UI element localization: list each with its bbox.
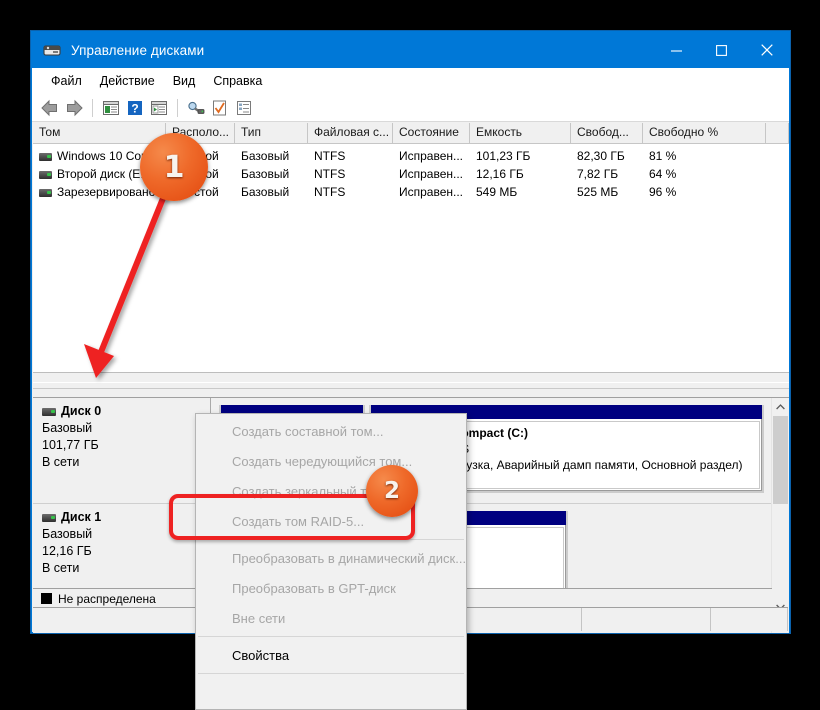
volume-icon [39,152,52,161]
menubar: Файл Действие Вид Справка [32,68,789,94]
volume-list-header: Том Располо... Тип Файловая с... Состоян… [33,123,789,144]
help-icon[interactable]: ? [124,97,146,119]
cell-volume-label: Второй диск (E:) [57,167,148,181]
menu-view[interactable]: Вид [164,71,205,91]
menu-create-striped-volume[interactable]: Создать чередующийся том... [196,446,466,476]
column-header-status[interactable]: Состояние [393,123,470,143]
menu-convert-to-dynamic-disk[interactable]: Преобразовать в динамический диск... [196,543,466,573]
cell-filesystem: NTFS [314,185,346,199]
menu-properties[interactable]: Свойства [196,640,466,670]
cell-volume-label: Зарезервировано [57,185,156,199]
menu-separator-3 [198,673,464,674]
cell-type: Базовый [241,167,290,181]
menu-create-spanned-volume[interactable]: Создать составной том... [196,416,466,446]
cell-status: Исправен... [399,167,464,181]
cell-free: 82,30 ГБ [577,149,625,163]
window-titlebar: Управление дисками [32,32,789,68]
menu-separator-2 [198,636,464,637]
screenshot-root: Управление дисками Файл Действие Вид Спр… [0,0,820,710]
window-title: Управление дисками [71,42,205,58]
menu-file[interactable]: Файл [42,71,91,91]
status-segment-2 [582,608,711,631]
disk-context-menu: Создать составной том... Создать чередую… [195,413,467,710]
column-header-spacer[interactable] [766,123,789,143]
disk-name-label: Диск 1 [61,510,102,524]
list-view-icon[interactable] [233,97,255,119]
toolbar-separator-2 [177,98,178,117]
column-header-free-percent[interactable]: Свободно % [643,123,766,143]
cell-free-percent: 96 % [649,185,677,199]
cell-type: Базовый [241,185,290,199]
step-badge-1-number: 1 [163,149,185,185]
menu-action[interactable]: Действие [91,71,164,91]
column-header-capacity[interactable]: Емкость [470,123,571,143]
close-button[interactable] [744,32,789,68]
minimize-button[interactable] [654,32,699,68]
scrollbar-thumb[interactable] [773,416,788,504]
cell-volume-label: Windows 10 Com [57,149,152,163]
cell-free-percent: 64 % [649,167,677,181]
toolbar-separator [92,98,93,117]
column-header-filesystem[interactable]: Файловая с... [308,123,393,143]
disk-state-1: В сети [42,561,80,575]
scroll-up-button[interactable] [772,398,789,415]
cell-free-percent: 81 % [649,149,677,163]
disk-size-0: 101,77 ГБ [42,438,99,452]
cell-capacity: 12,16 ГБ [476,167,524,181]
menu-help[interactable]: Справка [204,71,271,91]
status-segment-3 [711,608,788,631]
rescan-disks-icon[interactable] [185,97,207,119]
column-header-free[interactable]: Свобод... [571,123,643,143]
show-console-tree-icon[interactable] [100,97,122,119]
show-action-pane-icon[interactable] [148,97,170,119]
step-badge-1: 1 [140,133,208,201]
menu-offline[interactable]: Вне сети [196,603,466,633]
disk-size-1: 12,16 ГБ [42,544,92,558]
menu-convert-to-gpt-disk[interactable]: Преобразовать в GPT-диск [196,573,466,603]
cell-type: Базовый [241,149,290,163]
disk-name-0: Диск 0 [42,404,210,418]
cell-free: 7,82 ГБ [577,167,619,181]
disk-state-0: В сети [42,455,80,469]
disk-type-0: Базовый [42,421,93,435]
pane-splitter[interactable] [33,373,789,397]
properties-icon[interactable] [209,97,231,119]
window-controls [654,32,789,68]
cell-status: Исправен... [399,185,464,199]
splitter-grip [33,382,789,389]
svg-text:?: ? [131,101,138,115]
graphic-pane-scrollbar[interactable] [771,398,789,633]
cell-filesystem: NTFS [314,167,346,181]
step-badge-2-number: 2 [383,478,400,504]
disk-info-0[interactable]: Диск 0 Базовый 101,77 ГБ В сети [33,398,211,503]
toolbar: ? [32,94,789,122]
cell-free: 525 МБ [577,185,619,199]
cell-capacity: 101,23 ГБ [476,149,531,163]
column-header-volume[interactable]: Том [33,123,166,143]
cell-filesystem: NTFS [314,149,346,163]
unallocated-swatch-icon [41,593,52,604]
back-arrow-icon[interactable] [39,97,61,119]
disk-icon [42,513,56,522]
volume-icon [39,188,52,197]
disk-management-icon [41,39,63,61]
menu-help-item[interactable] [196,677,466,707]
volume-icon [39,170,52,179]
disk-icon [42,407,56,416]
disk-management-window: Управление дисками Файл Действие Вид Спр… [31,31,790,710]
column-header-type[interactable]: Тип [235,123,308,143]
cell-capacity: 549 МБ [476,185,518,199]
forward-arrow-icon[interactable] [63,97,85,119]
disk-name-label: Диск 0 [61,404,102,418]
maximize-button[interactable] [699,32,744,68]
cell-status: Исправен... [399,149,464,163]
step-badge-2: 2 [366,465,418,517]
legend-unallocated-label: Не распределена [58,591,156,606]
